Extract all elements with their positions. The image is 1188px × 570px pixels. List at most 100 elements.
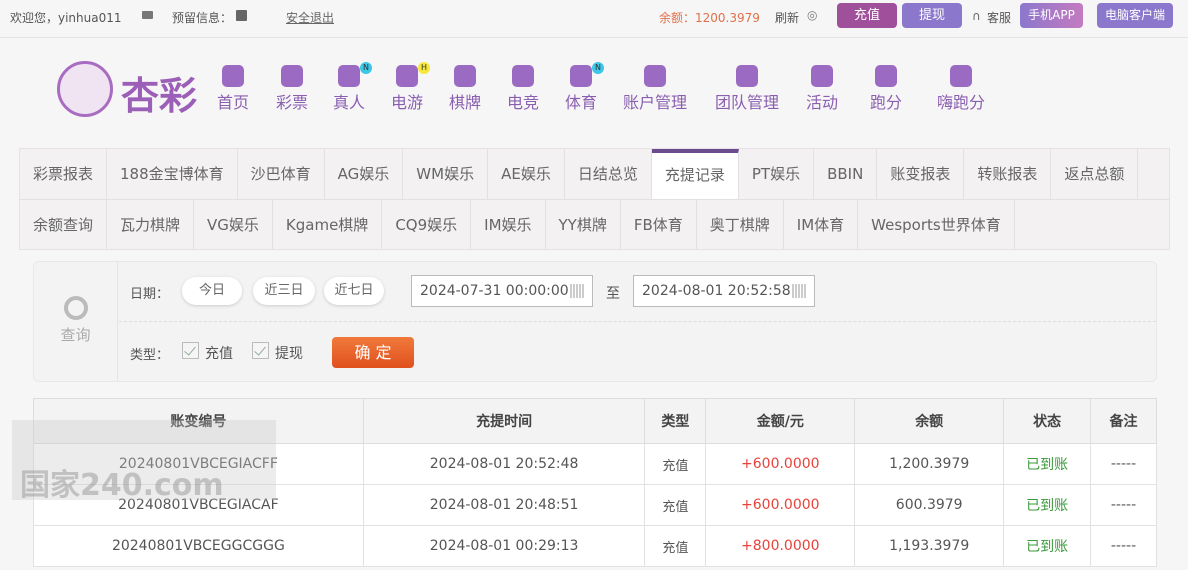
report-tab[interactable]: 账变报表 xyxy=(877,149,965,199)
report-tab[interactable]: 瓦力棋牌 xyxy=(107,200,195,249)
report-tab[interactable]: BBIN xyxy=(814,149,878,199)
report-tab[interactable]: CQ9娱乐 xyxy=(382,200,472,249)
column-header: 备注 xyxy=(1090,398,1157,444)
withdraw-button[interactable]: 提现 xyxy=(902,3,962,28)
column-header: 金额/元 xyxy=(705,398,856,444)
nav-label: 嗨跑分 xyxy=(937,93,986,112)
logo-text: 杏彩 xyxy=(121,74,198,118)
last-7-days-button[interactable]: 近七日 xyxy=(324,277,384,305)
pc-client-button[interactable]: 电脑客户端 xyxy=(1097,3,1173,28)
report-tab[interactable]: 彩票报表 xyxy=(20,149,108,199)
nav-badge: H xyxy=(418,62,430,74)
table-cell: +600.0000 xyxy=(705,484,856,526)
nav-label: 电竞 xyxy=(507,93,540,112)
nav-icon: H xyxy=(396,62,430,87)
table-cell: 充值 xyxy=(644,443,707,485)
logo[interactable]: 杏彩 xyxy=(55,59,207,119)
today-button[interactable]: 今日 xyxy=(182,277,242,305)
nav-item[interactable]: 活动 xyxy=(806,65,838,113)
query-section[interactable]: 查询 xyxy=(34,262,118,381)
report-tab[interactable]: FB体育 xyxy=(621,200,697,249)
table-cell: 20240801VBCEGGCGGG xyxy=(33,525,364,567)
customer-service-link[interactable]: 客服 xyxy=(987,9,1011,26)
report-tab[interactable]: 转账报表 xyxy=(964,149,1052,199)
nav-label: 体育 xyxy=(565,93,598,112)
table-cell: 1,200.3979 xyxy=(854,443,1005,485)
table-cell: +800.0000 xyxy=(705,525,856,567)
nav-item[interactable]: 电竞 xyxy=(507,65,539,113)
reserved-info-label: 预留信息： xyxy=(172,11,233,25)
nav-label: 跑分 xyxy=(870,93,903,112)
mail-icon[interactable] xyxy=(142,11,153,19)
nav-item[interactable]: 彩票 xyxy=(276,65,308,113)
nav-icon xyxy=(222,65,244,87)
nav-icon: N xyxy=(570,62,604,87)
deposit-checkbox[interactable] xyxy=(182,342,199,359)
nav-badge: N xyxy=(360,62,372,74)
nav-icon xyxy=(736,65,758,87)
calendar-icon xyxy=(570,284,584,298)
end-date-input[interactable]: 2024-08-01 20:52:58 xyxy=(633,275,815,307)
report-tab[interactable]: 奥丁棋牌 xyxy=(697,200,784,249)
report-tab[interactable]: 188金宝博体育 xyxy=(107,149,238,199)
nav-icon xyxy=(875,65,897,87)
last-3-days-button[interactable]: 近三日 xyxy=(253,277,315,305)
table-cell: ----- xyxy=(1090,484,1157,526)
report-tab[interactable]: Kgame棋牌 xyxy=(273,200,383,249)
report-tab[interactable]: 充提记录 xyxy=(651,149,739,199)
nav-label: 彩票 xyxy=(276,93,309,112)
end-date-value: 2024-08-01 20:52:58 xyxy=(642,283,791,299)
nav-label: 电游 xyxy=(391,93,424,112)
confirm-button[interactable]: 确 定 xyxy=(332,337,414,368)
report-tab[interactable]: IM娱乐 xyxy=(471,200,546,249)
table-cell: ----- xyxy=(1090,443,1157,485)
nav-item[interactable]: N 真人 xyxy=(333,62,372,113)
nav-item[interactable]: 跑分 xyxy=(870,65,902,113)
type-label: 类型： xyxy=(130,348,170,363)
nav-icon xyxy=(281,65,303,87)
table-cell: 1,193.3979 xyxy=(854,525,1005,567)
table-cell: 已到账 xyxy=(1003,525,1092,567)
report-tab[interactable]: VG娱乐 xyxy=(194,200,273,249)
withdraw-checkbox-label: 提现 xyxy=(275,346,303,362)
table-cell: 2024-08-01 20:52:48 xyxy=(362,443,646,485)
deposit-button[interactable]: 充值 xyxy=(837,3,897,28)
report-tab[interactable]: 日结总览 xyxy=(565,149,652,199)
report-tab[interactable]: 返点总额 xyxy=(1051,149,1139,199)
nav-label: 账户管理 xyxy=(623,93,688,112)
nav-item[interactable]: N 体育 xyxy=(565,62,604,113)
table-cell: 2024-08-01 20:48:51 xyxy=(362,484,646,526)
edit-icon[interactable] xyxy=(236,10,247,21)
report-tab[interactable]: AG娱乐 xyxy=(325,149,404,199)
nav-item[interactable]: 嗨跑分 xyxy=(937,65,985,113)
report-tab[interactable]: AE娱乐 xyxy=(488,149,565,199)
report-tab[interactable]: IM体育 xyxy=(784,200,859,249)
to-label: 至 xyxy=(606,286,620,302)
start-date-value: 2024-07-31 00:00:00 xyxy=(420,283,569,299)
nav-item[interactable]: 账户管理 xyxy=(623,65,687,113)
date-label: 日期： xyxy=(130,287,170,302)
nav-item[interactable]: H 电游 xyxy=(391,62,430,113)
nav-icon xyxy=(950,65,972,87)
column-header: 充提时间 xyxy=(362,398,646,444)
table-cell: 充值 xyxy=(644,525,707,567)
nav-item[interactable]: 棋牌 xyxy=(449,65,481,113)
report-tab[interactable]: 沙巴体育 xyxy=(238,149,325,199)
report-tab[interactable]: PT娱乐 xyxy=(739,149,815,199)
refresh-button[interactable]: 刷新 xyxy=(775,9,799,26)
start-date-input[interactable]: 2024-07-31 00:00:00 xyxy=(411,275,593,307)
report-tab[interactable]: 余额查询 xyxy=(20,200,108,249)
report-tab[interactable]: Wesports世界体育 xyxy=(858,200,1015,249)
report-tab[interactable]: YY棋牌 xyxy=(546,200,621,249)
nav-item[interactable]: 团队管理 xyxy=(715,65,779,113)
column-header: 余额 xyxy=(854,398,1005,444)
report-tab[interactable]: WM娱乐 xyxy=(403,149,489,199)
withdraw-checkbox[interactable] xyxy=(252,342,269,359)
nav-label: 团队管理 xyxy=(715,93,780,112)
nav-item[interactable]: 首页 xyxy=(217,65,249,113)
report-tabs: 彩票报表 188金宝博体育 沙巴体育 AG娱乐 WM娱乐 AE娱乐 日结总览 充提记录 PT娱乐… xyxy=(19,148,1170,250)
eye-hidden-icon[interactable]: ◎ xyxy=(807,8,817,22)
mobile-app-button[interactable]: 手机APP xyxy=(1020,3,1083,28)
logout-link[interactable]: 安全退出 xyxy=(286,9,334,26)
nav-icon: N xyxy=(338,62,372,87)
